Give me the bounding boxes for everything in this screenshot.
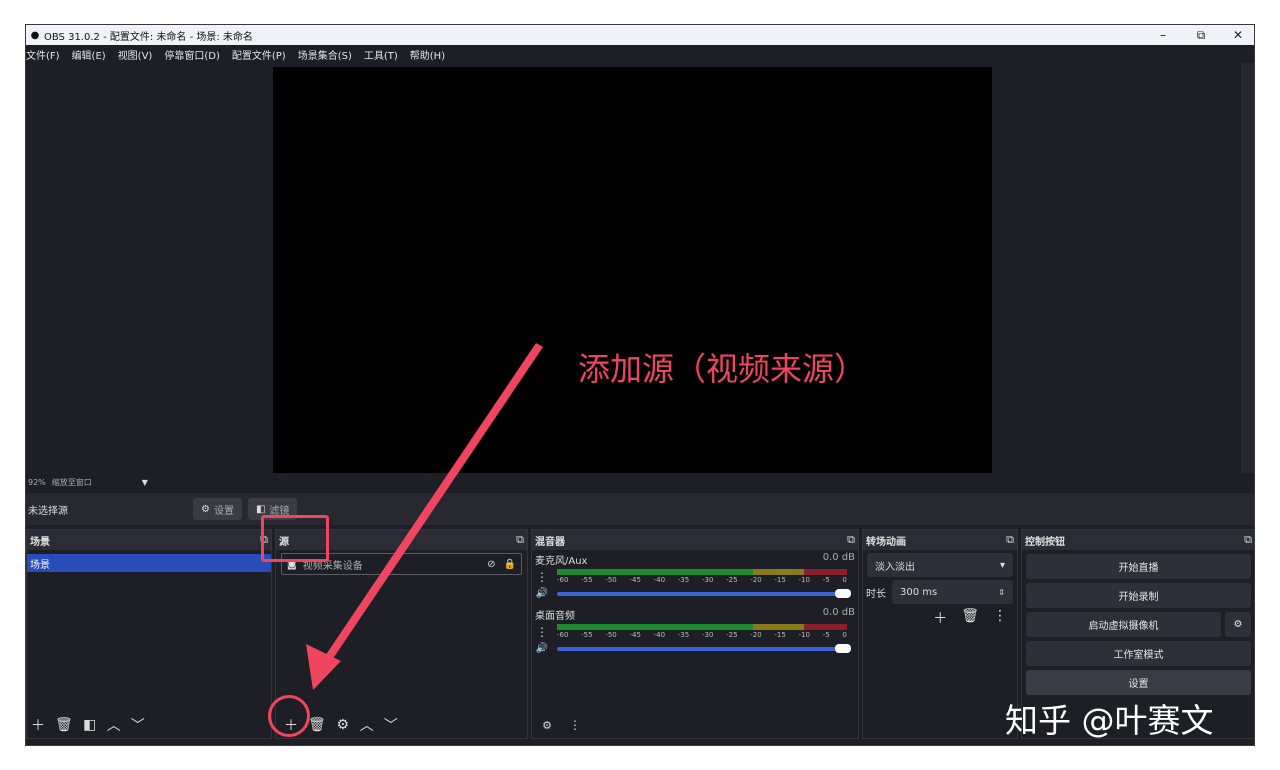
annotation-text: 添加源（视频来源） bbox=[578, 350, 867, 388]
watermark-text: 知乎 @叶赛文 bbox=[1005, 701, 1214, 740]
